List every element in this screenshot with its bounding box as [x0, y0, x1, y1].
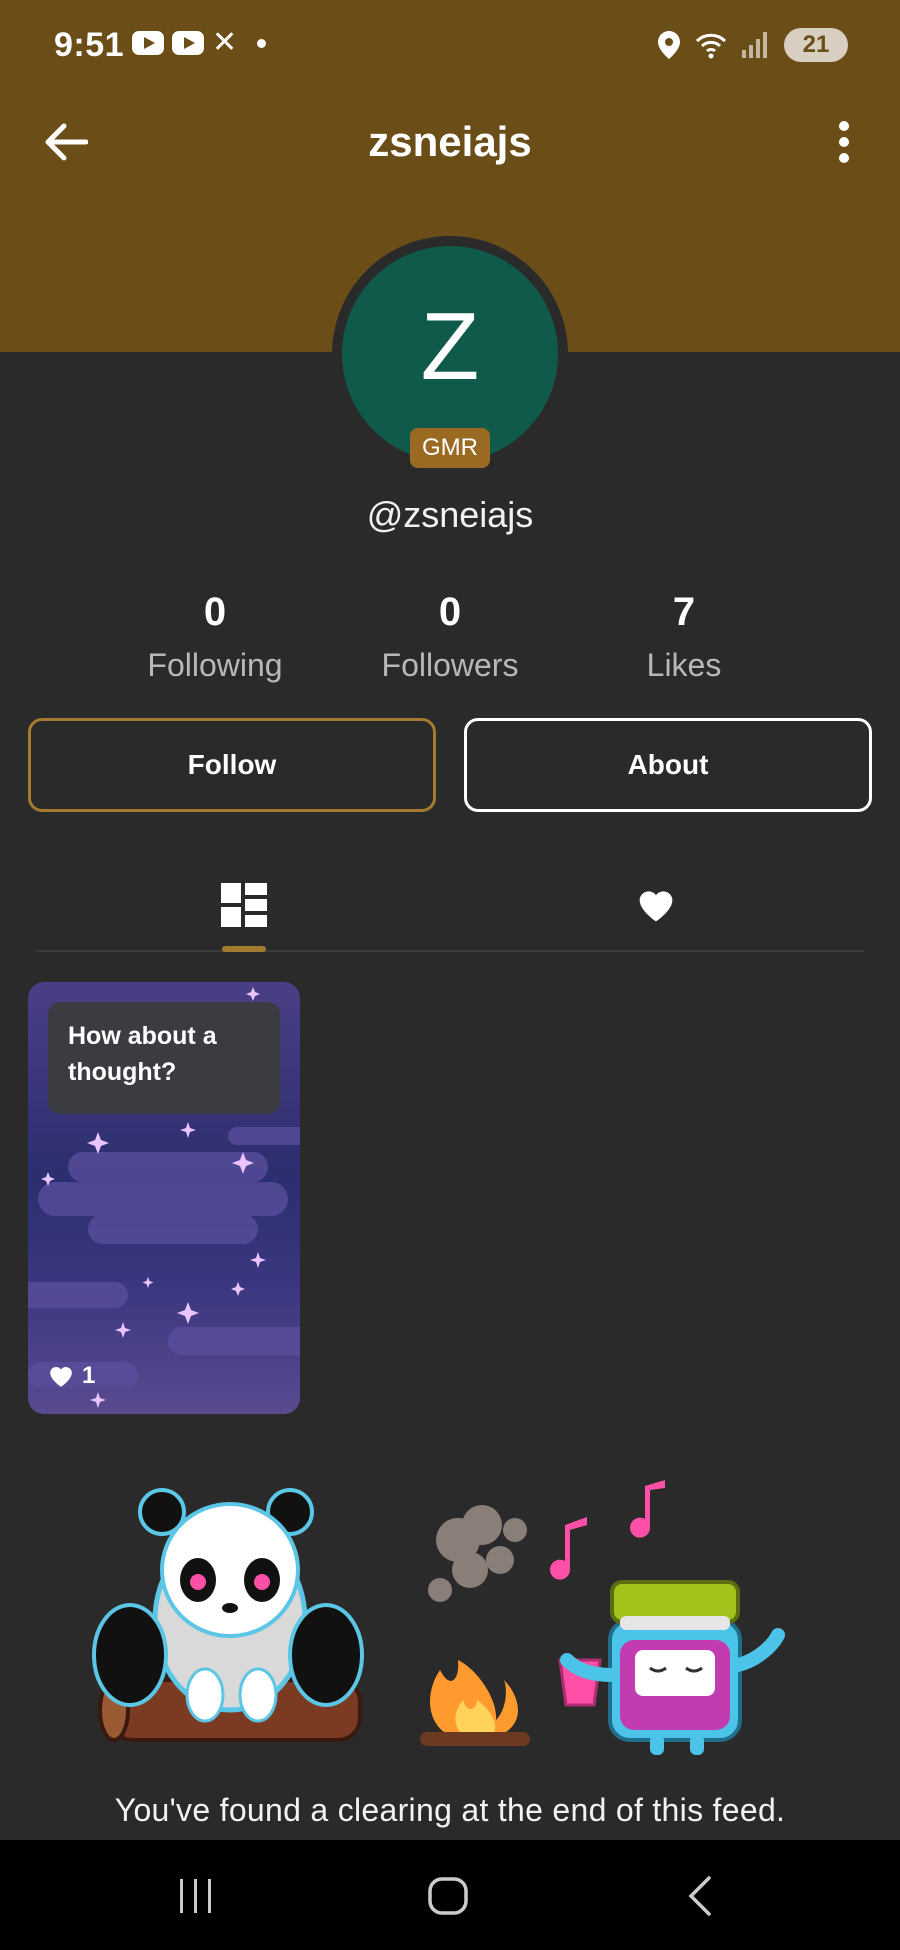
heart-icon — [639, 891, 673, 922]
post-like-count: 1 — [48, 1362, 95, 1390]
system-navigation-bar — [0, 1840, 900, 1950]
more-options-button[interactable] — [818, 116, 870, 168]
recent-apps-button[interactable] — [156, 1864, 236, 1928]
stat-label: Likes — [646, 647, 722, 683]
follow-button[interactable]: Follow — [28, 718, 436, 812]
post-text: How about a thought? — [48, 1002, 280, 1114]
page-title: zsneiajs — [368, 118, 532, 165]
stat-followers[interactable]: 0 Followers — [350, 590, 550, 684]
stat-label: Following — [147, 647, 283, 683]
username-handle: @zsneiajs — [366, 494, 534, 535]
capcut-icon: ✕ — [212, 26, 238, 59]
user-badge: GMR — [410, 428, 490, 468]
youtube-icon — [132, 31, 164, 55]
status-time: 9:51 — [54, 26, 125, 64]
back-button[interactable] — [40, 116, 92, 168]
wifi-icon — [695, 33, 727, 59]
location-icon — [658, 31, 680, 59]
signal-icon — [742, 32, 767, 58]
recent-apps-icon — [180, 1879, 211, 1913]
grid-icon — [221, 883, 267, 927]
arrow-left-icon — [45, 123, 88, 161]
notification-icons: ✕ — [132, 26, 267, 59]
more-notifications-dot-icon — [257, 38, 267, 48]
profile-tabs — [36, 860, 864, 952]
heart-icon — [50, 1366, 72, 1387]
stat-value: 0 — [438, 590, 462, 634]
stat-following[interactable]: 0 Following — [115, 590, 315, 684]
stat-likes: 7 Likes — [584, 590, 784, 684]
stat-label: Followers — [381, 647, 519, 683]
tab-posts[interactable] — [204, 870, 284, 940]
about-button[interactable]: About — [464, 718, 872, 812]
avatar-initial: Z — [420, 293, 480, 400]
active-tab-indicator — [222, 946, 266, 952]
back-nav-button[interactable] — [660, 1864, 740, 1928]
feed-end-message: You've found a clearing at the end of th… — [114, 1792, 786, 1828]
campfire-illustration — [92, 1480, 785, 1755]
stat-value: 7 — [672, 590, 696, 634]
stat-value: 0 — [203, 590, 227, 634]
status-bar: 9:51 ✕ 21 — [0, 0, 900, 96]
tab-liked[interactable] — [616, 870, 696, 940]
like-count-value: 1 — [82, 1362, 96, 1389]
post-card[interactable]: How about a thought? — [28, 982, 300, 1414]
home-icon — [428, 1877, 468, 1915]
youtube-icon — [172, 31, 204, 55]
chevron-left-icon — [688, 1876, 711, 1916]
home-button[interactable] — [408, 1864, 488, 1928]
system-icons: 21 — [658, 28, 848, 62]
more-vertical-icon — [839, 121, 849, 163]
battery-indicator: 21 — [784, 28, 848, 62]
